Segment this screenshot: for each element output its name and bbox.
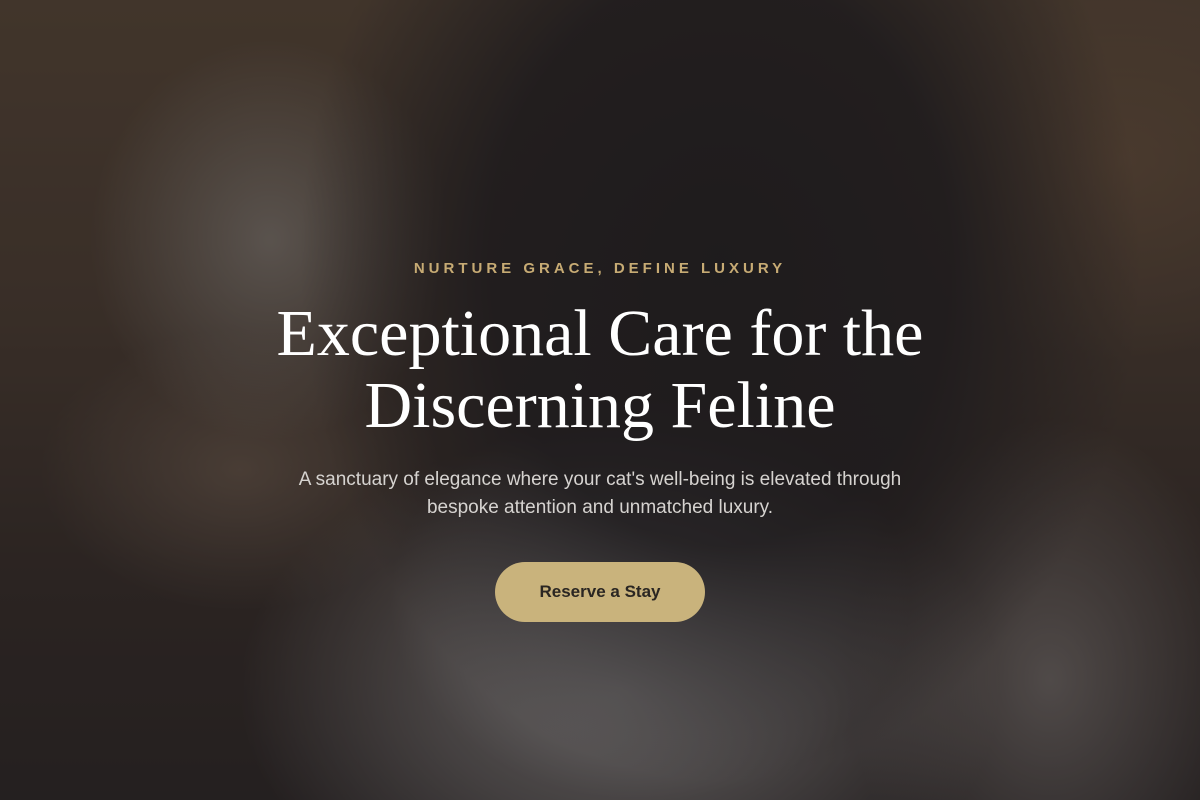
hero-headline: Exceptional Care for the Discerning Feli… <box>276 297 924 442</box>
hero-section: NURTURE GRACE, DEFINE LUXURY Exceptional… <box>0 0 1200 800</box>
hero-content: NURTURE GRACE, DEFINE LUXURY Exceptional… <box>0 0 1200 800</box>
hero-subtext: A sanctuary of elegance where your cat's… <box>298 469 902 518</box>
reserve-stay-button[interactable]: Reserve a Stay <box>495 562 705 622</box>
hero-eyebrow: NURTURE GRACE, DEFINE LUXURY <box>413 260 787 277</box>
